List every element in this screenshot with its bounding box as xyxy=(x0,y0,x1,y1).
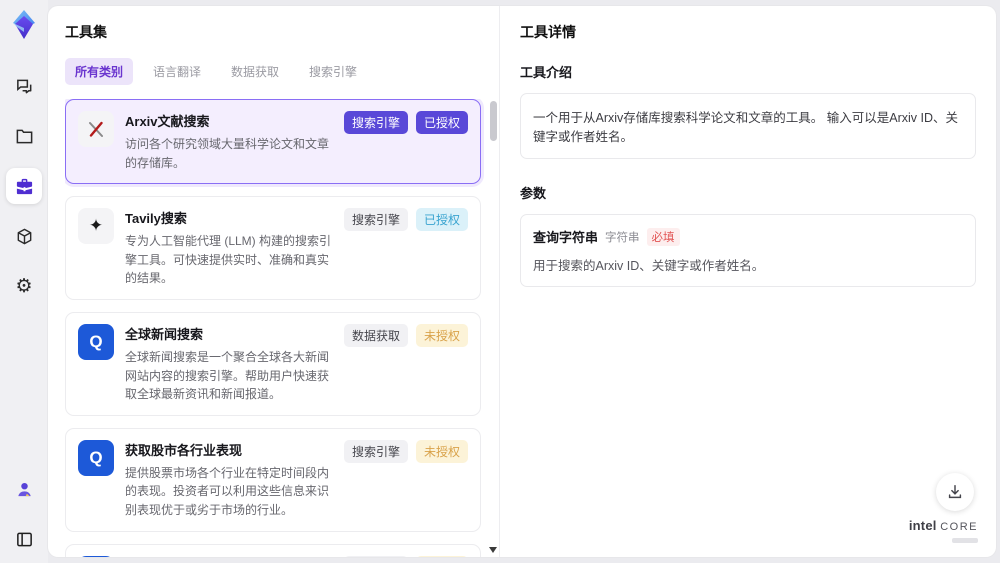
sidebar-item-profile[interactable] xyxy=(6,471,42,507)
tool-list: Arxiv文献搜索 访问各个研究领域大量科学论文和文章的存储库。 搜索引擎 已授权 ✦ T… xyxy=(65,99,499,557)
icon-rail: ⚙ xyxy=(0,0,48,563)
tool-card-1[interactable]: ✦ Tavily搜索 专为人工智能代理 (LLM) 构建的搜索引擎工具。可快速提供实… xyxy=(65,196,481,300)
param-description: 用于搜索的Arxiv ID、关键字或作者姓名。 xyxy=(533,259,765,273)
search-q-icon: Q xyxy=(78,555,114,557)
sidebar-item-models[interactable] xyxy=(6,218,42,254)
page-title: 工具集 xyxy=(65,24,107,40)
intro-heading: 工具介绍 xyxy=(520,65,573,80)
tool-description: 提供股票市场各个行业在特定时间段内的表现。投资者可以利用这些信息来识别表现优于或… xyxy=(125,465,330,517)
param-type: 字符串 xyxy=(605,231,640,244)
auth-status-badge: 已授权 xyxy=(415,208,468,232)
category-badge: 搜索引擎 xyxy=(343,439,408,463)
category-badge: 数据获取 xyxy=(343,323,408,347)
tool-description: 专为人工智能代理 (LLM) 构建的搜索引擎工具。可快速提供实时、准确和真实的结… xyxy=(125,234,332,286)
tool-list-panel: 工具集 所有类别 语言翻译 数据获取 搜索引擎 Arxiv文献搜索 访问各个研究领域大量… xyxy=(48,6,500,557)
main-panel: 工具集 所有类别 语言翻译 数据获取 搜索引擎 Arxiv文献搜索 访问各个研究领域大量… xyxy=(48,6,996,557)
detail-title: 工具详情 xyxy=(520,24,576,40)
download-button[interactable] xyxy=(936,473,974,511)
sidebar-item-chat[interactable] xyxy=(6,68,42,104)
tool-description: 全球新闻搜索是一个聚合全球各大新闻网站内容的搜索引擎。帮助用户快速获取全球最新资… xyxy=(125,349,330,402)
category-badge: 搜索引擎 xyxy=(343,555,408,557)
gear-icon: ⚙ xyxy=(15,274,33,297)
panel-icon xyxy=(15,530,34,549)
briefcase-icon xyxy=(15,177,34,196)
tool-card-3[interactable]: Q 获取股市各行业表现 提供股票市场各个行业在特定时间段内的表现。投资者可以利用这些… xyxy=(65,427,481,532)
tab-3[interactable]: 搜索引擎 xyxy=(299,58,367,85)
tab-0[interactable]: 所有类别 xyxy=(65,58,134,85)
tool-card-2[interactable]: Q 全球新闻搜索 全球新闻搜索是一个聚合全球各大新闻网站内容的搜索引擎。帮助用户快速… xyxy=(65,311,481,416)
search-q-icon: Q xyxy=(78,439,114,476)
brand-sub-mark xyxy=(952,538,978,543)
arxiv-icon xyxy=(78,111,114,147)
auth-status-badge: 已授权 xyxy=(415,111,468,134)
auth-status-badge: 未授权 xyxy=(415,439,468,463)
app-logo xyxy=(7,8,41,42)
auth-status-badge: 未授权 xyxy=(415,555,468,557)
scrollbar-thumb[interactable] xyxy=(490,101,497,141)
folder-icon xyxy=(15,127,34,146)
sidebar-item-panel-toggle[interactable] xyxy=(6,521,42,557)
params-heading: 参数 xyxy=(520,186,547,201)
chat-icon xyxy=(15,77,34,96)
category-tabs: 所有类别 语言翻译 数据获取 搜索引擎 xyxy=(65,58,499,85)
cube-icon xyxy=(15,227,34,246)
tab-2[interactable]: 数据获取 xyxy=(221,58,289,85)
sidebar-item-tools[interactable] xyxy=(6,168,42,204)
tool-card-4[interactable]: Q获取市场最活跃股票信息提供当天交易量最高的股票列表。投资者可以利用这些信息来识… xyxy=(65,543,481,557)
scrollbar[interactable] xyxy=(489,99,497,557)
category-badge: 搜索引擎 xyxy=(343,208,408,232)
param-required-badge: 必填 xyxy=(646,227,680,246)
param-name: 查询字符串 xyxy=(533,230,599,245)
tool-intro-text: 一个用于从Arxiv存储库搜索科学论文和文章的工具。 输入可以是Arxiv ID… xyxy=(520,93,976,159)
search-q-icon: Q xyxy=(78,323,114,360)
sparkle-icon: ✦ xyxy=(78,208,114,245)
auth-status-badge: 未授权 xyxy=(415,323,468,347)
avatar-icon xyxy=(15,480,34,499)
download-icon xyxy=(946,483,964,501)
tool-detail-panel: 工具详情 工具介绍 一个用于从Arxiv存储库搜索科学论文和文章的工具。 输入可… xyxy=(500,6,996,557)
tool-card-0[interactable]: Arxiv文献搜索 访问各个研究领域大量科学论文和文章的存储库。 搜索引擎 已授权 xyxy=(65,99,481,185)
intel-core-logo: intel CORE xyxy=(909,518,978,543)
sidebar-item-files[interactable] xyxy=(6,118,42,154)
category-badge: 搜索引擎 xyxy=(343,111,408,134)
tab-1[interactable]: 语言翻译 xyxy=(143,58,211,85)
param-card: 查询字符串 字符串 必填 用于搜索的Arxiv ID、关键字或作者姓名。 xyxy=(520,214,976,287)
brand-intel-text: intel xyxy=(908,518,937,533)
sidebar-item-settings[interactable]: ⚙ xyxy=(6,268,42,304)
scroll-down-icon[interactable] xyxy=(489,547,497,553)
tool-description: 访问各个研究领域大量科学论文和文章的存储库。 xyxy=(125,137,330,170)
brand-core-text: CORE xyxy=(940,521,978,533)
